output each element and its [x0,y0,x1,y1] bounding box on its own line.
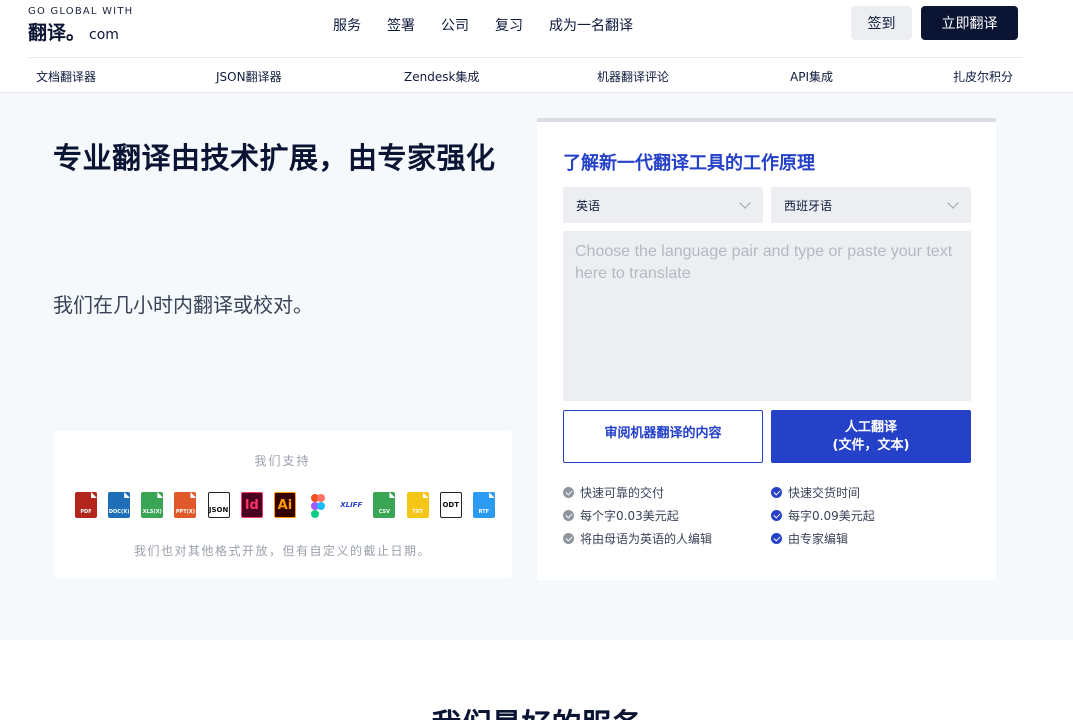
indesign-icon: Id [240,492,263,518]
illustrator-icon: Ai [273,492,296,518]
hero-title: 专业翻译由技术扩展，由专家强化 [53,141,496,175]
ppt-file-icon: PPT(X) [174,492,197,518]
login-button[interactable]: 签到 [851,6,912,40]
logo-name: 翻译 [28,22,67,44]
source-language-value: 英语 [576,198,601,213]
human-translation-button[interactable]: 人工翻译 (文件，文本) [771,410,971,463]
feature-item: 快速可靠的交付 [563,484,664,501]
odt-file-icon: ODT [439,492,462,518]
figma-icon [307,492,329,518]
rtf-file-icon: RTF [472,492,495,518]
target-language-select[interactable]: 西班牙语 [771,187,971,223]
doc-file-icon: DOC(X) [108,492,131,518]
feature-item: 每个字0.03美元起 [563,507,679,524]
check-icon [563,487,574,498]
translate-card: 了解新一代翻译工具的工作原理 英语 西班牙语 审阅机器翻译的内容 人工翻译 (文… [537,118,996,580]
feature-item: 由专家编辑 [771,530,848,547]
source-language-select[interactable]: 英语 [563,187,763,223]
feature-item: 将由母语为英语的人编辑 [563,530,712,547]
subnav-mt-review[interactable]: 机器翻译评论 [597,68,669,85]
xls-file-icon: XLS(X) [141,492,164,518]
check-icon [563,510,574,521]
json-file-icon: JSON [207,492,230,518]
check-icon [771,533,782,544]
card-title: 了解新一代翻译工具的工作原理 [563,153,815,174]
chevron-down-icon [739,197,751,209]
translate-now-button[interactable]: 立即翻译 [921,6,1018,40]
subnav-zendesk[interactable]: Zendesk集成 [404,68,479,85]
chevron-down-icon [947,197,959,209]
subnav-json-translator[interactable]: JSON翻译器 [216,68,282,85]
subnav-document-translator[interactable]: 文档翻译器 [36,68,96,85]
nav-sign[interactable]: 签署 [387,15,415,35]
logo[interactable]: GO GLOBAL WITH 翻译 。 com [28,6,133,45]
hero-subtitle: 我们在几小时内翻译或校对。 [53,293,313,317]
file-format-icons: PDF DOC(X) XLS(X) PPT(X) JSON Id Ai XLIF… [75,492,495,518]
feature-item: 每字0.09美元起 [771,507,875,524]
supported-formats-box: 我们支持 PDF DOC(X) XLS(X) PPT(X) JSON Id Ai… [53,431,512,578]
top-nav: 服务 签署 公司 复习 成为一名翻译 [333,15,659,35]
nav-review[interactable]: 复习 [495,15,523,35]
subnav-api[interactable]: API集成 [790,68,833,85]
review-machine-translation-button[interactable]: 审阅机器翻译的内容 [563,410,763,463]
pdf-file-icon: PDF [75,492,97,518]
xliff-icon: XLIFF [340,501,363,509]
divider [28,57,1022,58]
subnav-zapier[interactable]: 扎皮尔积分 [953,68,1013,85]
check-icon [771,510,782,521]
txt-file-icon: TXT [406,492,429,518]
logo-tagline: GO GLOBAL WITH [28,6,134,17]
nav-services[interactable]: 服务 [333,15,361,35]
support-title: 我们支持 [254,454,311,468]
support-note: 我们也对其他格式开放，但有自定义的截止日期。 [133,544,431,558]
csv-file-icon: CSV [373,492,396,518]
logo-domain: com [89,27,119,43]
nav-become-translator[interactable]: 成为一名翻译 [549,15,633,35]
human-translation-sublabel: (文件，文本) [832,437,910,453]
section-title: 我们最好的服务 [0,700,1073,720]
feature-item: 快速交货时间 [771,484,860,501]
target-language-value: 西班牙语 [784,198,833,213]
text-input[interactable] [563,231,971,401]
nav-company[interactable]: 公司 [441,15,469,35]
check-icon [563,533,574,544]
check-icon [771,487,782,498]
human-translation-label: 人工翻译 [844,419,897,435]
logo-dot: 。 [66,22,86,44]
site-header: GO GLOBAL WITH 翻译 。 com 服务 签署 公司 复习 成为一名… [0,0,1073,93]
